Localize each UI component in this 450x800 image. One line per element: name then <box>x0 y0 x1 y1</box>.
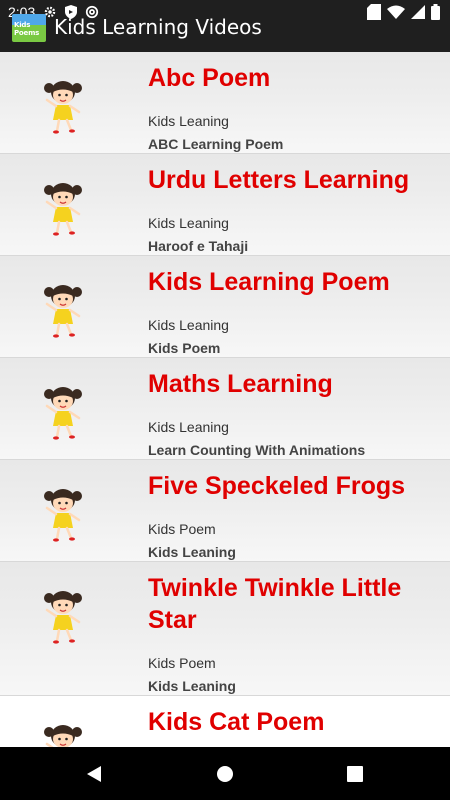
video-title: Kids Learning Poem <box>148 268 390 296</box>
video-title: Urdu Letters Learning <box>148 166 410 194</box>
video-subtitle: Haroof e Tahaji <box>148 238 249 254</box>
recents-button[interactable] <box>342 761 368 787</box>
back-button[interactable] <box>81 761 107 787</box>
list-item[interactable]: Twinkle Twinkle Little Star Kids Poem Ki… <box>0 562 450 696</box>
app-bar: 2:03 Kids Poems Kids Learning Videos <box>0 0 450 52</box>
sd-card-icon <box>367 4 381 20</box>
girl-cartoon-icon <box>40 280 86 340</box>
video-category: Kids Leaning <box>148 419 229 435</box>
girl-cartoon-icon <box>40 484 86 544</box>
video-title: Maths Learning <box>148 370 333 398</box>
list-item[interactable]: Five Speckeled Frogs Kids Poem Kids Lean… <box>0 460 450 562</box>
girl-cartoon-icon <box>40 76 86 136</box>
girl-cartoon-icon <box>40 720 86 747</box>
home-button[interactable] <box>212 761 238 787</box>
recents-icon <box>347 766 363 782</box>
girl-cartoon-icon <box>40 178 86 238</box>
video-title: Kids Cat Poem <box>148 708 325 736</box>
video-list: Abc Poem Kids Leaning ABC Learning Poem … <box>0 52 450 747</box>
navigation-bar <box>0 747 450 800</box>
wifi-icon <box>387 5 405 19</box>
video-title: Twinkle Twinkle Little Star <box>148 574 402 634</box>
battery-icon <box>431 4 440 20</box>
video-title: Five Speckeled Frogs <box>148 472 406 500</box>
video-subtitle: Kids Leaning <box>148 678 236 694</box>
video-category: Kids Leaning <box>148 317 229 333</box>
back-icon <box>87 766 101 782</box>
video-category: Kids Poem <box>148 521 216 537</box>
video-subtitle: Kids Poem <box>148 340 221 356</box>
video-subtitle: Kids Leaning <box>148 544 236 560</box>
video-category: Kids Leaning <box>148 215 229 231</box>
girl-cartoon-icon <box>40 586 86 646</box>
video-category: Kids Poem <box>148 655 216 671</box>
list-item[interactable]: Abc Poem Kids Leaning ABC Learning Poem <box>0 52 450 154</box>
video-category: Kids Leaning <box>148 113 229 129</box>
home-icon <box>217 766 233 782</box>
signal-icon <box>411 5 425 19</box>
list-item[interactable]: Kids Cat Poem <box>0 696 450 747</box>
list-item[interactable]: Kids Learning Poem Kids Leaning Kids Poe… <box>0 256 450 358</box>
video-subtitle: ABC Learning Poem <box>148 136 284 152</box>
video-title: Abc Poem <box>148 64 271 92</box>
list-item[interactable]: Maths Learning Kids Leaning Learn Counti… <box>0 358 450 460</box>
app-logo: Kids Poems <box>12 14 46 42</box>
girl-cartoon-icon <box>40 382 86 442</box>
video-subtitle: Learn Counting With Animations <box>148 442 366 458</box>
list-item[interactable]: Urdu Letters Learning Kids Leaning Haroo… <box>0 154 450 256</box>
page-title: Kids Learning Videos <box>54 15 262 39</box>
